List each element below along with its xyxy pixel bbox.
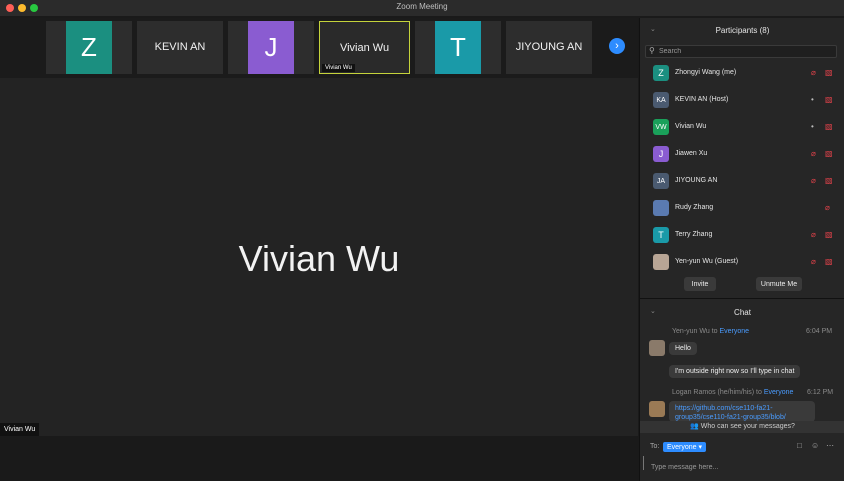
camera-off-icon: ▧ [825,68,833,77]
avatar [653,254,669,270]
side-panel: ⌄ Participants (8) ⚲ Z Zhongyi Wang (me) ⌀… [639,18,844,481]
gallery-strip: Z KEVIN AN J Vivian Wu Vivian Wu T JIYOU… [0,18,638,78]
tile-name-tag: Vivian Wu [322,64,355,72]
participant-row[interactable]: VW Vivian Wu • ▧ [640,117,844,137]
mic-muted-icon: ⌀ [811,257,816,266]
video-tile-jiyoung[interactable]: JIYOUNG AN [506,21,592,74]
tile-name: KEVIN AN [154,41,206,53]
chat-bubble: Hello [669,342,697,355]
participant-search: ⚲ [645,45,837,58]
avatar: VW [653,119,669,135]
chat-message-meta: Logan Ramos (he/him/his) to Everyone [672,389,793,396]
chat-recipient[interactable]: Everyone [764,389,794,396]
chat-message-meta: Yen-yun Wu to Everyone [672,328,749,335]
avatar: T [653,227,669,243]
divider [640,298,844,299]
chat-message-input[interactable] [644,461,834,474]
mic-muted-icon: ⌀ [811,68,816,77]
participant-row[interactable]: Rudy Zhang ⌀ [640,198,844,218]
avatar: J [653,146,669,162]
mic-icon: • [811,122,814,131]
participant-row[interactable]: Z Zhongyi Wang (me) ⌀ ▧ [640,63,844,83]
mic-muted-icon: ⌀ [811,149,816,158]
search-icon: ⚲ [649,46,655,55]
more-icon[interactable]: ⋯ [826,441,834,450]
chat-bubble: I'm outside right now so I'll type in ch… [669,365,801,378]
to-label: To: [650,443,660,450]
main-video-area: Z KEVIN AN J Vivian Wu Vivian Wu T JIYOU… [0,18,638,481]
avatar: JA [653,173,669,189]
tile-name: Vivian Wu [339,42,390,54]
participant-row[interactable]: Yen-yun Wu (Guest) ⌀ ▧ [640,252,844,272]
search-input[interactable] [659,46,829,57]
chat-header: ⌄ Chat [640,302,844,322]
avatar [649,340,665,356]
tile-name: JIYOUNG AN [515,41,583,53]
chat-timestamp: 6:04 PM [806,328,833,335]
camera-off-icon: ▧ [825,230,833,239]
participant-row[interactable]: J Jiawen Xu ⌀ ▧ [640,144,844,164]
file-icon[interactable]: □ [797,441,802,450]
chat-sender: Logan Ramos (he/him/his) [672,389,755,396]
participant-name: Yen-yun Wu (Guest) [675,258,739,265]
video-tile-zhongyi[interactable]: Z [46,21,132,74]
participant-row[interactable]: T Terry Zhang ⌀ ▧ [640,225,844,245]
avatar [653,200,669,216]
chat-recipient-row: To: Everyone ▾ □ ☺ ⋯ [640,440,844,454]
participant-name: Rudy Zhang [675,204,714,211]
unmute-me-button[interactable]: Unmute Me [756,277,802,291]
video-tile-jiawen[interactable]: J [228,21,314,74]
avatar: T [435,21,481,74]
recipient-value: Everyone [667,444,697,451]
users-icon: 👥 [690,423,699,430]
invite-button[interactable]: Invite [684,277,716,291]
camera-off-icon: ▧ [825,122,833,131]
avatar: J [248,21,294,74]
chat-to-word: to [711,328,718,335]
chat-recipient[interactable]: Everyone [720,328,750,335]
video-tile-terry[interactable]: T [415,21,501,74]
participant-name: Zhongyi Wang (me) [675,69,737,76]
participant-name: KEVIN AN (Host) [675,96,729,103]
chat-timestamp: 6:12 PM [807,389,834,396]
avatar: Z [653,65,669,81]
participants-title: Participants (8) [715,26,770,35]
who-can-see-label: Who can see your messages? [700,423,795,430]
avatar: Z [66,21,112,74]
participant-row[interactable]: KA KEVIN AN (Host) • ▧ [640,90,844,110]
mic-icon: • [811,95,814,104]
video-tile-vivian[interactable]: Vivian Wu Vivian Wu [319,21,410,74]
camera-off-icon: ▧ [825,257,833,266]
participant-name: Jiawen Xu [675,150,708,157]
chevron-right-icon[interactable]: › [609,38,625,54]
avatar: KA [653,92,669,108]
camera-off-icon: ▧ [825,176,833,185]
active-speaker-name: Vivian Wu [238,238,400,279]
who-can-see-messages[interactable]: 👥 Who can see your messages? [640,421,844,433]
title-bar: Zoom Meeting [0,0,844,17]
camera-off-icon: ▧ [825,95,833,104]
participant-name: JIYOUNG AN [675,177,718,184]
mic-muted-icon: ⌀ [811,230,816,239]
message-input-wrap [643,456,838,474]
chat-sender: Yen-yun Wu [672,328,710,335]
video-tile-kevin[interactable]: KEVIN AN [137,21,223,74]
participant-row[interactable]: JA JIYOUNG AN ⌀ ▧ [640,171,844,191]
recipient-dropdown[interactable]: Everyone ▾ [663,442,707,452]
window-title: Zoom Meeting [396,2,448,11]
avatar [649,401,665,417]
participants-header: ⌄ Participants (8) [640,18,844,42]
participant-name: Vivian Wu [675,123,707,130]
chat-link[interactable]: https://github.com/cse110-fa21-group35/c… [669,401,815,422]
camera-off-icon: ▧ [825,149,833,158]
mic-muted-icon: ⌀ [811,176,816,185]
chat-to-word: to [756,389,762,396]
participant-name: Terry Zhang [675,231,713,238]
mic-muted-icon: ⌀ [825,203,830,212]
emoji-icon[interactable]: ☺ [811,441,819,450]
chat-title: Chat [734,308,751,317]
speaker-name-tag: Vivian Wu [0,423,40,436]
meeting-controls-bar [0,436,638,481]
